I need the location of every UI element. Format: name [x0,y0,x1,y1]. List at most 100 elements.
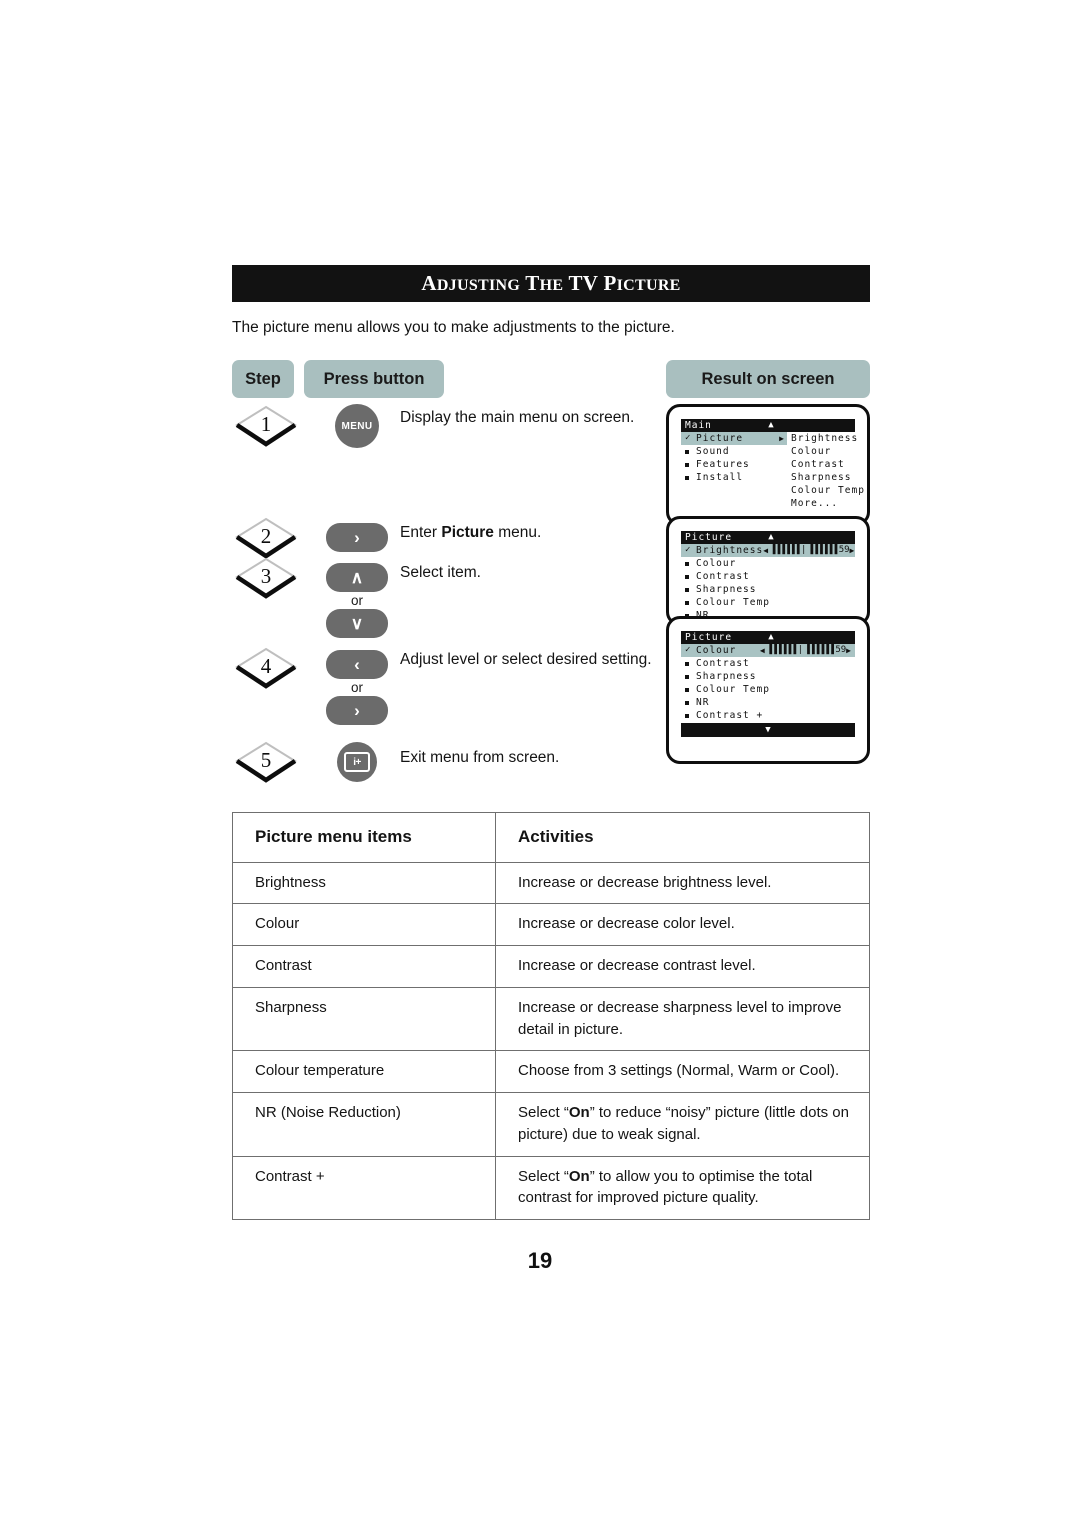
slider-center-mark: | [797,645,803,656]
osd-subitem-colour[interactable]: Colour [791,445,865,458]
column-headers: Step Press button Result on screen [232,360,870,399]
osd-subitem-label: More... [791,498,839,510]
step-number-1: 1 [260,412,272,437]
osd-item-contrast-2[interactable]: Contrast [681,657,855,670]
table-header-row: Picture menu items Activities [232,812,870,863]
table-row: Colour temperature Choose from 3 setting… [232,1050,870,1094]
osd-subitem-more[interactable]: More... [791,497,865,510]
table-header-activities: Activities [495,812,870,863]
osd-item-contrast[interactable]: Contrast [681,570,855,583]
step-description-2: Enter Picture menu. [400,523,662,544]
osd-item-colour-selected[interactable]: ✓ Colour ◀ ▐▐▐▐▐▐ | ▐▐▐▐▐▐ 59 ▶ [681,644,855,658]
column-header-press-button: Press button [304,360,444,399]
bullet-icon [685,449,696,454]
osd-subitem-label: Sharpness [791,472,852,484]
osd-picture-brightness: Picture ▲ ✓ Brightness ◀ ▐▐▐▐▐▐ | ▐▐▐▐▐▐ 59 ▶… [681,531,855,622]
table-cell-activity: Increase or decrease brightness level. [495,861,870,905]
right-arrow-button[interactable]: › [326,523,388,553]
osd-item-label: Brightness [696,545,764,557]
right-arrow-button-2[interactable]: › [326,696,388,726]
bullet-icon [685,600,696,605]
brightness-slider[interactable]: ◀ ▐▐▐▐▐▐ | ▐▐▐▐▐▐ 59 ▶ [763,544,858,557]
down-arrow-button[interactable]: ∨ [326,609,388,639]
menu-button[interactable]: MENU [335,404,379,449]
table-row: Contrast + Select “On” to allow you to o… [232,1155,870,1221]
table-row: NR (Noise Reduction) Select “On” to redu… [232,1092,870,1157]
osd-scroll-down-footer[interactable]: ▼ [681,723,855,738]
table-cell-item: Sharpness [232,986,496,1052]
press-button-cell-3: ∧ or ∨ [322,563,392,639]
osd-subitem-sharpness[interactable]: Sharpness [791,471,865,484]
bullet-icon [685,587,696,592]
osd-item-sharpness-2[interactable]: Sharpness [681,670,855,683]
or-label-3: or [350,593,363,609]
column-header-result: Result on screen [666,360,870,399]
osd-item-colour-temp-2[interactable]: Colour Temp [681,683,855,696]
chevron-down-icon: ∨ [350,614,364,634]
menu-button-label: MENU [341,420,373,432]
left-arrow-button[interactable]: ‹ [326,650,388,680]
slider-left-arrow-icon[interactable]: ◀ [763,544,769,557]
osd-item-colour-temp[interactable]: Colour Temp [681,596,855,609]
osd-subitem-colour-temp[interactable]: Colour Temp [791,484,865,497]
slider-right-arrow-icon[interactable]: ▶ [850,544,856,557]
osd-picture-colour: Picture ▲ ✓ Colour ◀ ▐▐▐▐▐▐ | ▐▐▐▐▐▐ 59 ▶ Con… [681,631,855,738]
osd-item-label: Contrast [696,658,750,670]
table-cell-activity: Increase or decrease contrast level. [495,945,870,988]
press-button-cell-5: i+ [322,742,392,783]
step-description-3: Select item. [400,564,481,582]
tv-screen-picture-colour: Picture ▲ ✓ Colour ◀ ▐▐▐▐▐▐ | ▐▐▐▐▐▐ 59 ▶ Con… [666,616,870,765]
up-arrow-button[interactable]: ∧ [326,563,388,593]
step-description-1: Display the main menu on screen. [400,409,635,427]
osd-subitem-brightness[interactable]: Brightness [791,432,865,445]
colour-slider[interactable]: ◀ ▐▐▐▐▐▐ | ▐▐▐▐▐▐ 59 ▶ [760,644,855,657]
tv-screen-picture-brightness: Picture ▲ ✓ Brightness ◀ ▐▐▐▐▐▐ | ▐▐▐▐▐▐ 59 ▶… [666,516,870,627]
osd-title-text: Main [685,420,712,432]
exit-info-button[interactable]: i+ [337,742,377,783]
osd-title-picture: Picture ▲ [681,531,855,545]
osd-down-arrow-icon: ▼ [765,724,771,735]
check-icon: ✓ [685,433,692,444]
check-icon: ✓ [685,645,692,656]
table-row: Sharpness Increase or decrease sharpness… [232,986,870,1052]
bullet-icon [685,561,696,566]
chevron-up-icon: ∧ [350,568,364,588]
step-description-2-bold: Picture [441,524,494,542]
page-title-bar: ADJUSTING THE TV PICTURE [232,265,870,302]
table-cell-activity: Select “On” to allow you to optimise the… [495,1155,870,1221]
osd-item-contrast-plus[interactable]: Contrast + [681,709,855,722]
osd-item-sound[interactable]: Sound [681,445,787,458]
osd-item-features[interactable]: Features [681,458,787,471]
table-header-items: Picture menu items [232,812,496,863]
osd-item-install[interactable]: Install [681,471,787,484]
page-number: 19 [527,1248,553,1273]
step-number-3: 3 [260,564,272,589]
slider-right-arrow-icon[interactable]: ▶ [846,644,852,657]
osd-item-label: Sharpness [696,671,757,683]
table-cell-item: Brightness [232,861,496,905]
or-label-4: or [350,680,363,696]
step-number-4: 4 [260,654,272,679]
step-description-2-suffix: menu. [493,524,542,542]
chevron-left-icon: ‹ [354,655,360,675]
step-number-badge-4: 4 [234,646,298,690]
osd-subitem-contrast[interactable]: Contrast [791,458,865,471]
osd-item-colour[interactable]: Colour [681,557,855,570]
osd-item-sharpness[interactable]: Sharpness [681,583,855,596]
page-title-text: ADJUSTING THE TV PICTURE [421,271,681,295]
bullet-icon [685,687,696,692]
bullet-icon [685,475,696,480]
osd-item-label: Install [696,472,744,484]
slider-center-mark: | [800,545,806,556]
osd-item-brightness[interactable]: ✓ Brightness ◀ ▐▐▐▐▐▐ | ▐▐▐▐▐▐ 59 ▶ [681,544,858,558]
osd-item-nr-2[interactable]: NR [681,696,855,709]
slider-left-arrow-icon[interactable]: ◀ [760,644,766,657]
osd-item-label: Colour [696,645,737,657]
step-number-5: 5 [260,748,272,773]
intro-paragraph: The picture menu allows you to make adju… [232,319,675,336]
chevron-right-icon: › [354,701,360,721]
osd-item-picture[interactable]: ✓ Picture ▶ [681,432,787,446]
osd-title-picture-2: Picture ▲ [681,631,855,645]
table-cell-activity: Increase or decrease color level. [495,903,870,947]
slider-value: 59 [835,645,847,656]
